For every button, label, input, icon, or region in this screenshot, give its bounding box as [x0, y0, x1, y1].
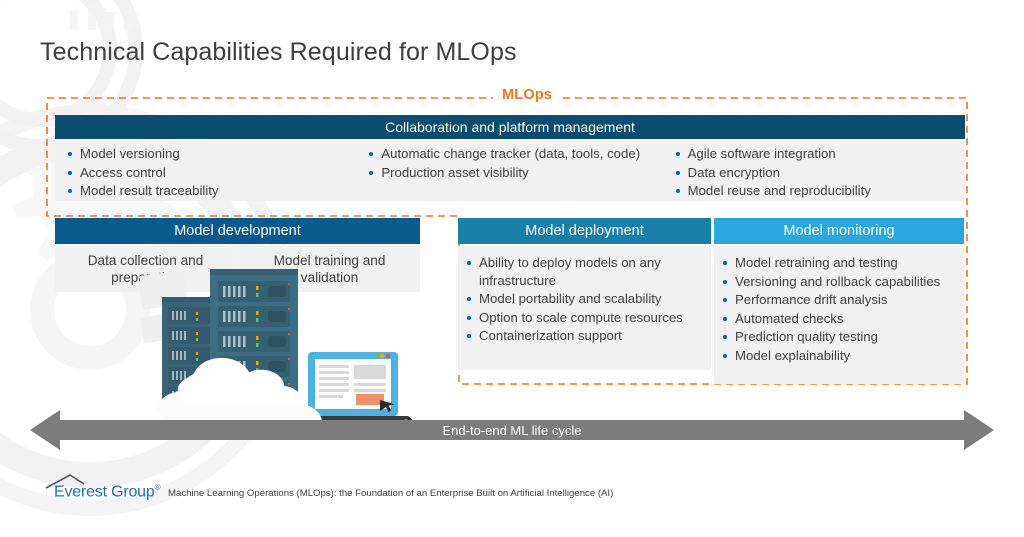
list-item: Model portability and scalability — [464, 290, 705, 308]
logo-name: Everest Group — [54, 483, 155, 501]
list-item: Model versioning — [65, 145, 362, 163]
model-monitoring-header: Model monitoring — [714, 218, 964, 244]
list-item: Automated checks — [720, 310, 958, 328]
everest-group-logo-text: Everest Group® — [54, 483, 160, 501]
list-item: Agile software integration — [673, 145, 965, 163]
model-deployment-body: Ability to deploy models on any infrastr… — [458, 246, 711, 370]
model-deployment-header: Model deployment — [458, 218, 711, 244]
model-monitoring-body: Model retraining and testing Versioning … — [714, 246, 964, 384]
logo-registered-mark: ® — [154, 483, 161, 492]
list-item: Containerization support — [464, 327, 705, 345]
list-item: Model reuse and reproducibility — [673, 182, 965, 200]
collaboration-body: Model versioning Access control Model re… — [55, 141, 965, 201]
infrastructure-illustration — [140, 269, 422, 428]
mlops-region-label: MLOps — [493, 87, 562, 103]
collaboration-column-3: Agile software integration Data encrypti… — [669, 141, 965, 201]
list-item: Data encryption — [673, 164, 965, 182]
list-item: Option to scale compute resources — [464, 309, 705, 327]
collaboration-header: Collaboration and platform management — [55, 115, 965, 139]
page-title: Technical Capabilities Required for MLOp… — [40, 38, 517, 66]
list-item: Model explainability — [720, 347, 958, 365]
model-development-header: Model development — [55, 218, 420, 244]
slide-canvas: Technical Capabilities Required for MLOp… — [0, 0, 1024, 537]
list-item: Automatic change tracker (data, tools, c… — [366, 145, 668, 163]
collaboration-column-2: Automatic change tracker (data, tools, c… — [362, 141, 668, 201]
footer-caption: Machine Learning Operations (MLOps): the… — [168, 488, 614, 499]
list-item: Access control — [65, 164, 362, 182]
list-item: Ability to deploy models on any infrastr… — [464, 254, 705, 289]
list-item: Model result traceability — [65, 182, 362, 200]
lifecycle-arrow-icon — [30, 410, 994, 450]
list-item: Performance drift analysis — [720, 291, 958, 309]
list-item: Model retraining and testing — [720, 254, 958, 272]
footer: Everest Group® Machine Learning Operatio… — [44, 474, 613, 500]
list-item: Prediction quality testing — [720, 328, 958, 346]
list-item: Versioning and rollback capabilities — [720, 273, 958, 291]
list-item: Production asset visibility — [366, 164, 668, 182]
collaboration-column-1: Model versioning Access control Model re… — [55, 141, 362, 201]
